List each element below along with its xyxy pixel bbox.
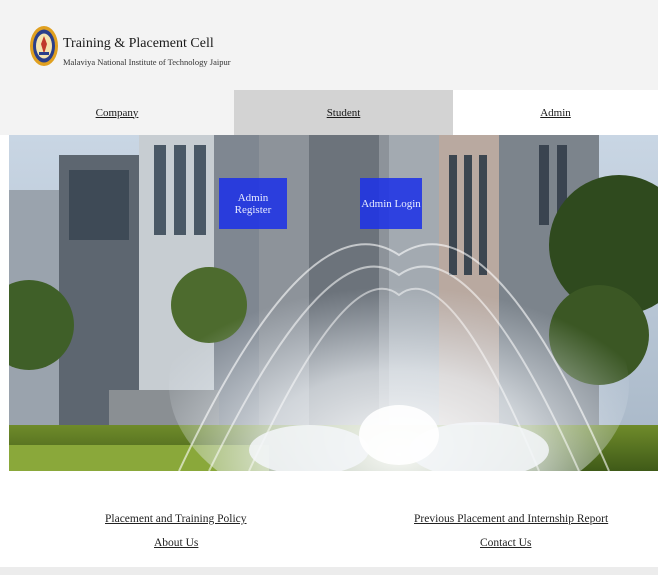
footer-links: Placement and Training Policy About Us P… bbox=[0, 471, 658, 567]
admin-login-button[interactable]: Admin Login bbox=[360, 178, 422, 229]
bottom-strip bbox=[0, 567, 658, 575]
site-header: Training & Placement Cell Malaviya Natio… bbox=[0, 0, 658, 90]
placement-policy-link[interactable]: Placement and Training Policy bbox=[105, 513, 247, 525]
brand-title: Training & Placement Cell bbox=[63, 36, 214, 51]
institute-seal-icon bbox=[30, 26, 58, 66]
nav-company[interactable]: Company bbox=[0, 90, 234, 135]
nav-admin[interactable]: Admin bbox=[453, 90, 658, 135]
hero-image bbox=[9, 135, 658, 471]
contact-us-link[interactable]: Contact Us bbox=[480, 537, 531, 549]
admin-register-button[interactable]: Admin Register bbox=[219, 178, 287, 229]
about-us-link[interactable]: About Us bbox=[154, 537, 198, 549]
nav-student[interactable]: Student bbox=[234, 90, 453, 135]
campus-fountain-photo bbox=[9, 135, 658, 471]
brand-subtitle: Malaviya National Institute of Technolog… bbox=[63, 57, 231, 67]
main-nav: Company Student Admin bbox=[0, 90, 658, 135]
placement-report-link[interactable]: Previous Placement and Internship Report bbox=[414, 513, 608, 525]
